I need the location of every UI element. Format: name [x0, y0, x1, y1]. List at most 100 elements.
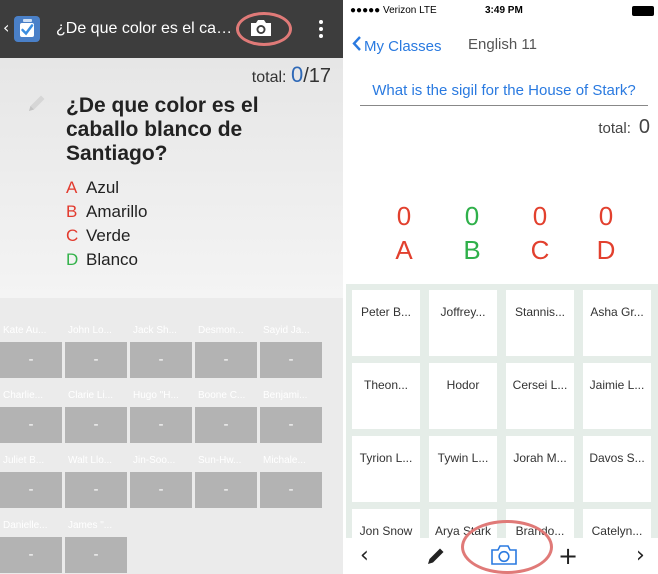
student-answer: -	[260, 407, 322, 443]
student-tile[interactable]: Jorah M...	[506, 436, 574, 502]
student-tile[interactable]: Peter B...	[352, 290, 420, 356]
student-answer: -	[260, 472, 322, 508]
next-button[interactable]: ›	[636, 544, 645, 570]
student-name: Cersei L...	[512, 378, 568, 392]
student-tile[interactable]: Charlie... -	[0, 385, 62, 443]
student-name: Tywin L...	[437, 451, 489, 465]
student-tile[interactable]: Brando...	[506, 509, 574, 538]
student-tile[interactable]: Arya Stark	[429, 509, 497, 538]
student-tile[interactable]: James "... -	[65, 515, 127, 573]
answer-letter: A	[395, 235, 413, 265]
student-tile[interactable]: Walt Llo... -	[65, 450, 127, 508]
student-tile[interactable]: Asha Gr...	[583, 290, 651, 356]
student-grid: Peter B... Joffrey... Stannis... Asha Gr...…	[346, 284, 658, 538]
student-answer: -	[65, 472, 127, 508]
answer-column-c[interactable]: 0C	[510, 200, 570, 268]
student-name: Davos S...	[589, 451, 645, 465]
student-tile[interactable]: Theon...	[352, 363, 420, 429]
student-grid: Kate Au... - John Lo... - Jack Sh... - Desmon.…	[0, 320, 340, 574]
student-tile[interactable]: Michale... -	[260, 450, 322, 508]
student-tile[interactable]: Jaimie L...	[583, 363, 651, 429]
student-name: Jin-Soo...	[133, 455, 176, 466]
student-tile[interactable]: John Lo... -	[65, 320, 127, 378]
pencil-icon[interactable]	[26, 92, 48, 114]
student-name: Jorah M...	[513, 451, 567, 465]
camera-icon[interactable]	[490, 544, 518, 570]
my-classes-back-button[interactable]: My Classes	[352, 36, 442, 55]
clock: 3:49 PM	[485, 5, 523, 16]
student-tile[interactable]: Juliet B... -	[0, 450, 62, 508]
choice-key: C	[66, 226, 79, 245]
choice-key: B	[66, 202, 78, 221]
total-counter: total: 0	[598, 116, 650, 139]
student-tile[interactable]: Tywin L...	[429, 436, 497, 502]
student-tile[interactable]: Joffrey...	[429, 290, 497, 356]
pencil-icon[interactable]	[426, 546, 446, 572]
question-link[interactable]: What is the sigil for the House of Stark…	[360, 82, 648, 106]
student-tile[interactable]: Boone C... -	[195, 385, 257, 443]
student-name: Jack Sh...	[133, 325, 177, 336]
answer-column-d[interactable]: 0D	[576, 200, 636, 268]
student-name: Jaimie L...	[589, 378, 645, 392]
student-answer: -	[0, 472, 62, 508]
student-name: Joffrey...	[440, 305, 486, 319]
student-name: John Lo...	[68, 325, 112, 336]
android-screen: ‹ ¿De que color es el caballo blanco de …	[0, 0, 343, 574]
student-answer: -	[195, 472, 257, 508]
answer-column-b[interactable]: 0B	[442, 200, 502, 268]
student-name: Desmon...	[198, 325, 244, 336]
answer-count: 0	[532, 201, 548, 231]
page-title: English 11	[468, 36, 537, 53]
total-count: 0	[290, 62, 304, 87]
add-button[interactable]: +	[558, 544, 578, 570]
student-tile[interactable]: Davos S...	[583, 436, 651, 502]
student-tile[interactable]: Sayid Ja... -	[260, 320, 322, 378]
answer-letter: C	[530, 235, 550, 265]
answer-column-a[interactable]: 0A	[374, 200, 434, 268]
student-answer: -	[0, 342, 62, 378]
back-button[interactable]: ‹	[3, 18, 9, 38]
carrier-label: ●●●●● Verizon LTE	[350, 5, 437, 16]
student-name: Boone C...	[198, 390, 246, 401]
student-answer: -	[195, 342, 257, 378]
overflow-menu-icon[interactable]	[311, 18, 331, 40]
student-tile[interactable]: Catelyn...	[583, 509, 651, 538]
student-answer: -	[195, 407, 257, 443]
ios-screen: ●●●●● Verizon LTE 3:49 PM My Classes Eng…	[346, 0, 658, 574]
bottom-toolbar: ‹ + ›	[346, 538, 658, 574]
student-tile[interactable]: Jack Sh... -	[130, 320, 192, 378]
student-tile[interactable]: Stannis...	[506, 290, 574, 356]
student-tile[interactable]: Cersei L...	[506, 363, 574, 429]
student-answer: -	[130, 342, 192, 378]
status-bar: ●●●●● Verizon LTE 3:49 PM	[346, 0, 658, 22]
student-tile[interactable]: Sun-Hw... -	[195, 450, 257, 508]
navigation-bar: My Classes English 11	[346, 22, 658, 66]
student-name: Sun-Hw...	[198, 455, 242, 466]
student-name: Tyrion L...	[359, 451, 413, 465]
student-tile[interactable]: Jin-Soo... -	[130, 450, 192, 508]
total-label: total:	[598, 120, 631, 137]
student-tile[interactable]: Danielle... -	[0, 515, 62, 573]
android-action-bar: ‹ ¿De que color es el caballo blanco de …	[0, 0, 343, 58]
student-tile[interactable]: Hugo "H... -	[130, 385, 192, 443]
previous-button[interactable]: ‹	[360, 544, 369, 570]
student-tile[interactable]: Hodor	[429, 363, 497, 429]
app-checkmark-icon[interactable]	[14, 16, 40, 42]
student-name: Catelyn...	[591, 524, 643, 538]
student-answer: -	[65, 537, 127, 573]
student-name: Walt Llo...	[68, 455, 113, 466]
student-answer: -	[65, 407, 127, 443]
student-tile[interactable]: Desmon... -	[195, 320, 257, 378]
camera-icon[interactable]	[249, 19, 273, 37]
student-name: Hugo "H...	[133, 390, 179, 401]
student-tile[interactable]: Tyrion L...	[352, 436, 420, 502]
student-tile[interactable]: Jon Snow	[352, 509, 420, 538]
student-tile[interactable]: Kate Au... -	[0, 320, 62, 378]
choice-text: Verde	[86, 226, 131, 245]
total-count: 0	[638, 116, 650, 138]
choice-key: D	[66, 250, 79, 269]
student-tile[interactable]: Benjami... -	[260, 385, 322, 443]
student-name: Stannis...	[514, 305, 566, 319]
battery-icon	[632, 6, 654, 16]
student-tile[interactable]: Clarie Li... -	[65, 385, 127, 443]
